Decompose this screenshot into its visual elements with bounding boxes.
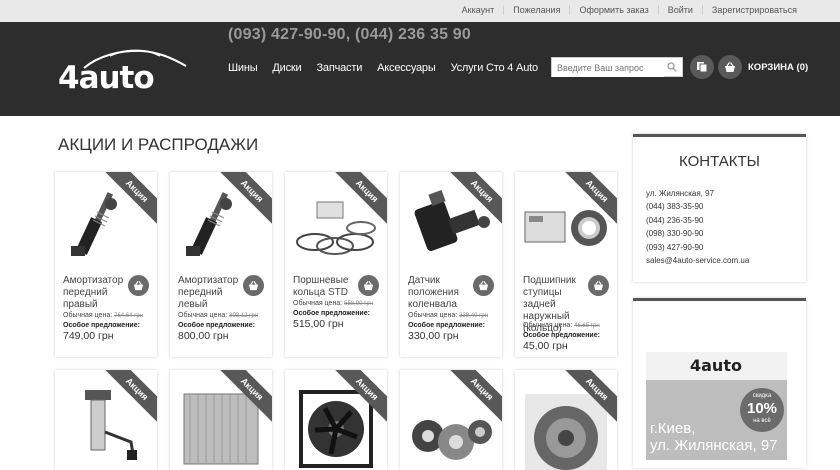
header-phones: (093) 427-90-90, (044) 236 35 90 [228,26,472,43]
add-to-cart-button[interactable] [358,275,379,296]
product-card[interactable]: Акция [400,370,502,470]
contact-address: ул. Жилянская, 97 [646,189,715,198]
product-card[interactable]: Акция Амортизатор передний левый Обычная… [170,172,272,357]
account-links: Аккаунт Пожелания Оформить заказ Войти З… [453,5,806,15]
search-icon[interactable] [667,62,677,72]
special-offer-label: Особое предложение: [178,322,255,329]
product-price: 800,00 грн [178,330,229,342]
search-box [551,57,683,77]
logo-text: 4auto [58,60,155,96]
site-logo[interactable]: 4auto [58,49,190,96]
add-to-cart-button[interactable] [128,275,149,296]
product-card[interactable]: Акция Амортизатор передний правый Обычна… [55,172,157,357]
old-price: Обычная цена: 338,40 грн [408,312,488,319]
basket-icon [725,62,735,72]
old-price: Обычная цена: 558,00 грн [293,300,373,307]
nav-accessories[interactable]: Аксессуары [377,62,436,74]
add-to-cart-button[interactable] [243,275,264,296]
contact-phone[interactable]: (044) 236-35-90 [646,214,749,227]
badge-value: 10% [746,400,778,417]
account-link[interactable]: Аккаунт [453,5,504,15]
banner-logo-text: 4auto [690,356,742,375]
special-offer-label: Особое предложение: [293,310,370,317]
basket-icon [478,281,489,291]
product-card[interactable]: Акция [170,370,272,470]
contact-phone[interactable]: (044) 383-35-90 [646,200,749,213]
contact-phone[interactable]: (098) 330-90-90 [646,227,749,240]
product-name[interactable]: Амортизатор передний правый [63,275,135,311]
compare-button[interactable] [690,55,714,79]
copy-icon [697,62,708,73]
product-card[interactable]: Акция [55,370,157,470]
top-bar: Аккаунт Пожелания Оформить заказ Войти З… [0,0,840,22]
add-to-cart-button[interactable] [473,275,494,296]
product-card[interactable]: Акция Подшипник ступицы задней наружный … [515,172,617,357]
register-link[interactable]: Зарегистрироваться [701,5,806,15]
banner-street: ул. Жилянская, 97 [650,437,778,454]
wishlist-link[interactable]: Пожелания [503,5,569,15]
cart-label[interactable]: КОРЗИНА (0) [748,62,808,73]
contact-details: ул. Жилянская, 97 (044) 383-35-90 (044) … [646,187,749,267]
product-card[interactable]: Акция [285,370,387,470]
basket-icon [133,281,144,291]
product-price: 45,00 грн [523,340,568,352]
nav-wheels[interactable]: Диски [272,62,301,74]
product-card[interactable]: Акция Датчик положения коленвала Обычная… [400,172,502,357]
site-header: 4auto (093) 427-90-90, (044) 236 35 90 Ш… [0,22,840,116]
product-name[interactable]: Амортизатор передний левый [178,275,250,311]
basket-icon [593,281,604,291]
product-card[interactable]: Акция [515,370,617,470]
product-name[interactable]: Поршневые кольца STD [293,275,365,299]
old-price: Обычная цена: 803,12 грн [178,312,258,319]
promo-banner[interactable]: 4auto скидка 10% на всё г.Киев, ул. Жиля… [646,352,787,460]
basket-icon [248,281,259,291]
contacts-widget: КОНТАКТЫ ул. Жилянская, 97 (044) 383-35-… [633,134,806,282]
banner-logo: 4auto [646,352,787,380]
old-price: Обычная цена: 764,64 грн [63,312,143,319]
banner-city: г.Киев, [650,420,696,437]
nav-tires[interactable]: Шины [228,62,258,74]
product-name[interactable]: Датчик положения коленвала [408,275,480,311]
page-title: АКЦИИ И РАСПРОДАЖИ [58,135,259,154]
nav-parts[interactable]: Запчасти [316,62,362,74]
product-card[interactable]: Акция Поршневые кольца STD Обычная цена:… [285,172,387,357]
nav-services[interactable]: Услуги Сто 4 Auto [451,62,539,74]
main-nav: Шины Диски Запчасти Аксессуары Услуги Ст… [228,62,538,74]
badge-top-text: скидка [752,393,772,399]
product-price: 515,00 грн [293,318,344,330]
cart-button[interactable] [718,55,742,79]
search-input[interactable] [552,59,664,77]
contacts-title: КОНТАКТЫ [679,153,760,170]
add-to-cart-button[interactable] [588,275,609,296]
login-link[interactable]: Войти [657,5,702,15]
special-offer-label: Особое предложение: [523,332,600,339]
basket-icon [363,281,374,291]
old-price: Обычная цена: 46,65 грн [523,322,600,329]
checkout-link[interactable]: Оформить заказ [569,5,657,15]
contact-email[interactable]: sales@4auto-service.com.ua [646,254,749,267]
banner-address: г.Киев, ул. Жилянская, 97 [650,420,778,454]
product-price: 749,00 грн [63,330,114,342]
special-offer-label: Особое предложение: [408,322,485,329]
product-price: 330,00 грн [408,330,459,342]
special-offer-label: Особое предложение: [63,322,140,329]
contact-phone[interactable]: (093) 427-90-90 [646,241,749,254]
